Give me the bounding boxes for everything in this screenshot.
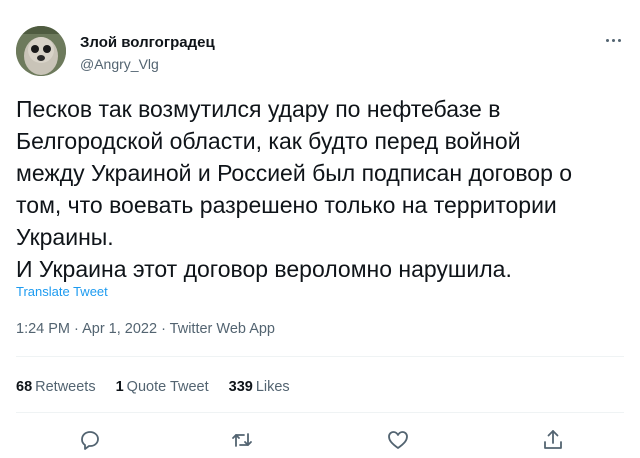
like-button[interactable] [386,428,410,452]
retweets-stat[interactable]: 68 Retweets [16,379,96,395]
quote-tweets-stat[interactable]: 1 Quote Tweet [116,379,209,395]
quotes-count: 1 [115,379,124,395]
avatar[interactable] [16,26,66,76]
share-button[interactable] [541,428,565,452]
display-name[interactable]: Злой волгоградец [80,34,215,51]
heart-icon [388,431,408,449]
more-horizontal-icon [604,38,622,42]
more-options-button[interactable] [600,30,626,50]
share-icon [544,430,562,449]
retweets-count: 68 [16,379,33,395]
divider-top [16,356,624,357]
avatar-image [16,26,66,76]
tweet-timestamp[interactable]: 1:24 PM · Apr 1, 2022 · Twitter Web App [16,321,275,337]
tweet-stats: 68 Retweets 1 Quote Tweet 339 Likes [16,379,290,395]
retweet-button[interactable] [230,428,254,452]
reply-button[interactable] [78,428,102,452]
retweet-icon [232,433,252,447]
likes-label: Likes [255,379,290,395]
reply-icon [81,431,99,450]
translate-tweet-link[interactable]: Translate Tweet [16,284,108,299]
likes-count: 339 [228,379,253,395]
likes-stat[interactable]: 339 Likes [229,379,290,395]
tweet-text: Песков так возмутился удару по нефтебазе… [16,96,573,282]
divider-bottom [16,412,624,413]
user-handle[interactable]: @Angry_Vlg [80,56,159,72]
quotes-label: Quote Tweet [126,379,209,395]
tweet-actions [0,424,640,458]
retweets-label: Retweets [35,379,96,395]
